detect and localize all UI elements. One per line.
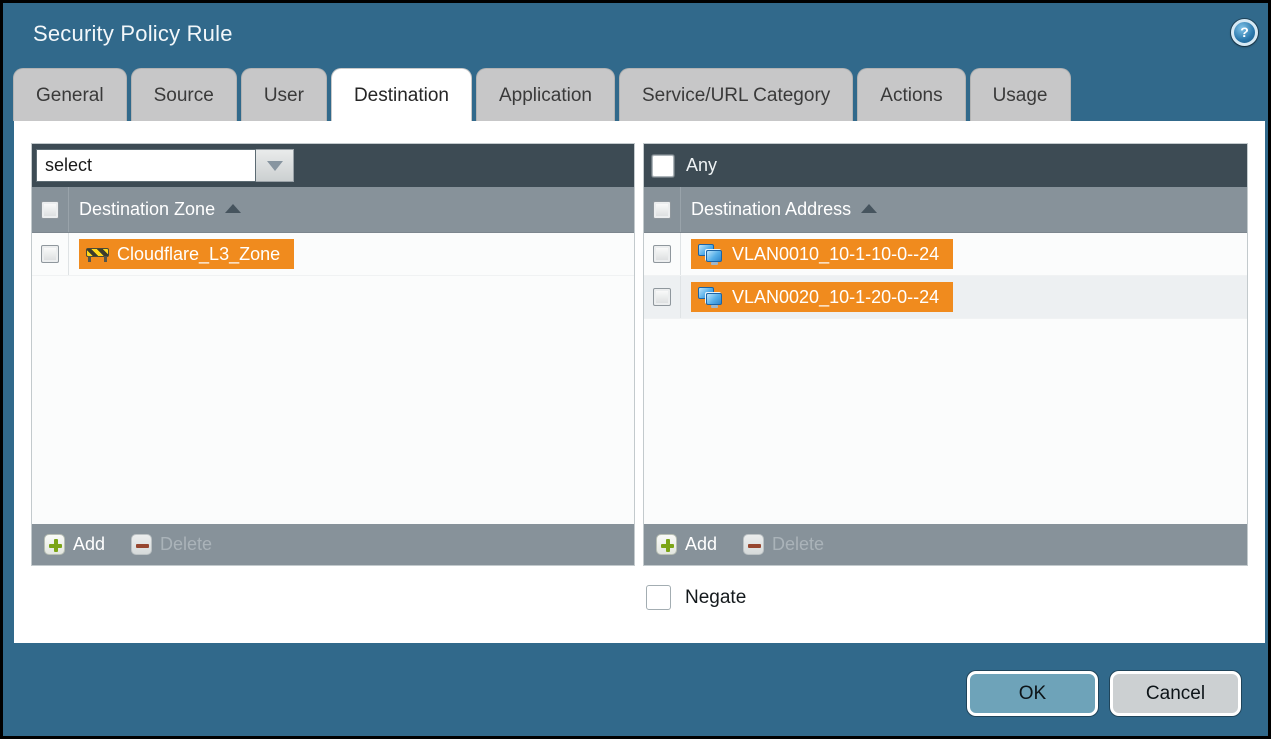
any-label: Any — [686, 155, 717, 176]
zone-column-title: Destination Zone — [79, 199, 215, 220]
zone-icon — [86, 246, 109, 262]
tab-source[interactable]: Source — [131, 68, 237, 121]
address-list: VLAN0010_10-1-10-0--24 VLAN0020_10-1-2 — [644, 233, 1247, 524]
destination-tab-content: Destination Zone Cloudflare_L3_Zone — [14, 121, 1265, 643]
negate-checkbox[interactable] — [646, 585, 671, 610]
security-policy-rule-dialog: Security Policy Rule ? General Source Us… — [0, 0, 1271, 739]
address-toolbar: Add Delete — [644, 524, 1247, 565]
plus-icon — [656, 534, 677, 555]
address-item-vlan0020[interactable]: VLAN0020_10-1-20-0--24 — [691, 282, 953, 312]
zone-add-button[interactable]: Add — [44, 534, 105, 555]
zone-delete-button[interactable]: Delete — [131, 534, 212, 555]
zone-delete-label: Delete — [160, 534, 212, 555]
address-add-button[interactable]: Add — [656, 534, 717, 555]
address-select-all-cell — [644, 187, 681, 232]
zone-filter-dropdown-button[interactable] — [256, 149, 294, 182]
zone-toolbar: Add Delete — [32, 524, 634, 565]
zone-add-label: Add — [73, 534, 105, 555]
table-row: VLAN0010_10-1-10-0--24 — [644, 233, 1247, 276]
tab-bar: General Source User Destination Applicat… — [13, 68, 1071, 121]
address-any-bar: Any — [644, 144, 1247, 187]
tab-usage[interactable]: Usage — [970, 68, 1071, 121]
minus-icon — [131, 534, 152, 555]
address-item-label: VLAN0020_10-1-20-0--24 — [732, 287, 939, 308]
address-add-label: Add — [685, 534, 717, 555]
sort-ascending-icon[interactable] — [861, 204, 877, 213]
table-row: VLAN0020_10-1-20-0--24 — [644, 276, 1247, 319]
negate-label: Negate — [685, 587, 746, 609]
zone-select-all-checkbox[interactable] — [41, 201, 59, 219]
any-checkbox[interactable] — [652, 155, 674, 177]
cancel-button[interactable]: Cancel — [1110, 671, 1241, 716]
address-column-title: Destination Address — [691, 199, 851, 220]
chevron-down-icon — [267, 161, 283, 171]
address-row-checkbox[interactable] — [653, 288, 671, 306]
tab-general[interactable]: General — [13, 68, 127, 121]
zone-item-cloudflare-l3-zone[interactable]: Cloudflare_L3_Zone — [79, 239, 294, 269]
destination-address-panel: Any Destination Address — [643, 143, 1248, 566]
tab-actions[interactable]: Actions — [857, 68, 965, 121]
address-item-vlan0010[interactable]: VLAN0010_10-1-10-0--24 — [691, 239, 953, 269]
address-delete-label: Delete — [772, 534, 824, 555]
address-icon — [698, 244, 724, 265]
address-item-label: VLAN0010_10-1-10-0--24 — [732, 244, 939, 265]
zone-select-all-cell — [32, 187, 69, 232]
tab-application[interactable]: Application — [476, 68, 615, 121]
tab-destination[interactable]: Destination — [331, 68, 472, 121]
address-icon — [698, 287, 724, 308]
zone-column-header: Destination Zone — [32, 187, 634, 233]
tab-service-url-category[interactable]: Service/URL Category — [619, 68, 853, 121]
zone-filter-input[interactable] — [36, 149, 256, 182]
help-icon[interactable]: ? — [1231, 19, 1258, 46]
zone-item-label: Cloudflare_L3_Zone — [117, 244, 280, 265]
negate-option: Negate — [646, 585, 746, 610]
table-row: Cloudflare_L3_Zone — [32, 233, 634, 276]
address-delete-button[interactable]: Delete — [743, 534, 824, 555]
zone-filter-bar — [32, 144, 634, 187]
dialog-title: Security Policy Rule — [33, 21, 233, 47]
ok-button[interactable]: OK — [967, 671, 1098, 716]
tab-user[interactable]: User — [241, 68, 327, 121]
zone-row-checkbox[interactable] — [41, 245, 59, 263]
address-row-checkbox[interactable] — [653, 245, 671, 263]
address-column-header: Destination Address — [644, 187, 1247, 233]
plus-icon — [44, 534, 65, 555]
sort-ascending-icon[interactable] — [225, 204, 241, 213]
zone-list: Cloudflare_L3_Zone — [32, 233, 634, 524]
minus-icon — [743, 534, 764, 555]
destination-zone-panel: Destination Zone Cloudflare_L3_Zone — [31, 143, 635, 566]
address-select-all-checkbox[interactable] — [653, 201, 671, 219]
